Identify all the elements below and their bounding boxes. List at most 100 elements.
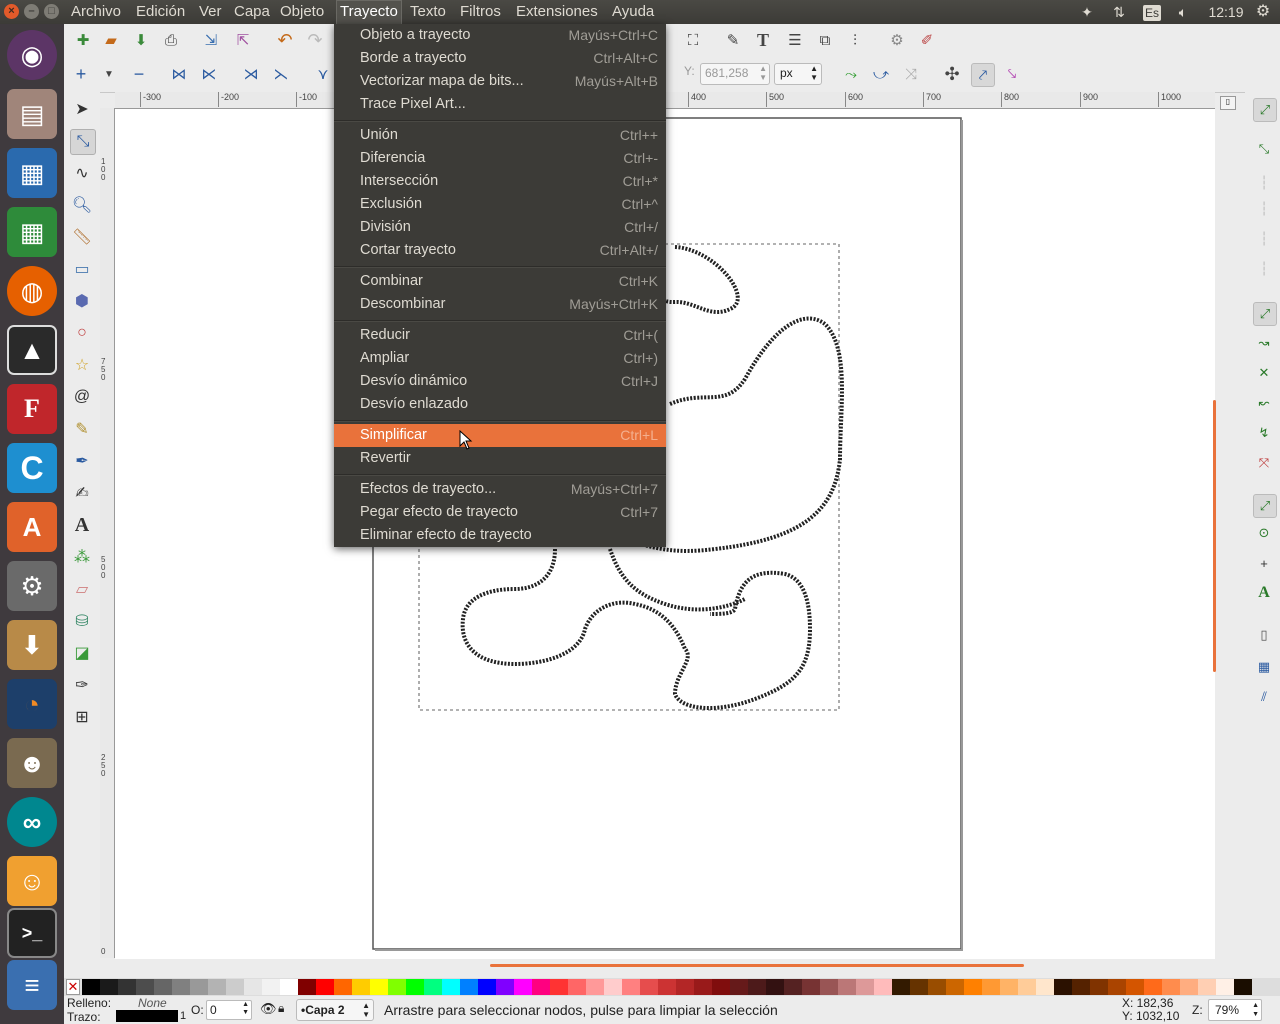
blender-icon[interactable]: ◔ [7,679,57,729]
tweak-tool-icon[interactable]: ∿ [70,161,94,185]
menu-item-simplificar[interactable]: Simplificar Ctrl+L [334,424,666,447]
arduino-icon[interactable]: ∞ [7,797,57,847]
snap-paths-icon[interactable]: ↝ [1253,332,1275,354]
terminal-icon[interactable]: >_ [7,908,57,958]
color-swatch[interactable] [118,979,136,995]
color-swatch[interactable] [478,979,496,995]
color-swatch[interactable] [874,979,892,995]
selector-tool-icon[interactable]: ➤ [70,97,94,121]
join-nodes-icon[interactable]: ⋈ [168,63,190,85]
fill-value[interactable]: None [138,996,167,1010]
menu-extensiones[interactable]: Extensiones [514,0,600,24]
inkscape-icon[interactable]: ▲ [7,325,57,375]
star-tool-icon[interactable]: ☆ [70,353,94,377]
color-swatch[interactable] [730,979,748,995]
show-transform-icon[interactable]: ✣ [941,63,963,85]
menu-item-trace-pixel-art[interactable]: Trace Pixel Art... [334,93,666,116]
snap-intersections-icon[interactable]: ✕ [1253,362,1275,384]
layer-select[interactable]: •Capa 2 ▲ ▼ [296,999,374,1021]
spray-tool-icon[interactable]: ⁂ [70,545,94,569]
export-icon[interactable]: ⇱ [232,29,254,51]
paint-bucket-tool-icon[interactable]: ⛁ [70,609,94,633]
libreoffice-calc-icon[interactable]: ▦ [7,207,57,257]
snap-rotation-centers-icon[interactable]: + [1253,552,1275,574]
vertical-scrollbar[interactable] [1213,400,1216,672]
color-swatch[interactable] [154,979,172,995]
show-path-outline-icon[interactable]: ⤨ [900,63,922,85]
show-transform-handles-icon[interactable]: ⤳ [840,63,862,85]
color-swatch[interactable] [1126,979,1144,995]
color-swatch[interactable] [1000,979,1018,995]
ubuntu-dash-icon[interactable]: ◉ [7,30,57,80]
pen-tool-icon[interactable]: ✒ [70,449,94,473]
menu-item-desvio-dinamico[interactable]: Desvío dinámico Ctrl+J [334,370,666,393]
color-swatch[interactable] [1108,979,1126,995]
color-swatch[interactable] [712,979,730,995]
color-swatch[interactable] [316,979,334,995]
gimp-icon[interactable]: ☻ [7,738,57,788]
snap-bbox-edges-icon[interactable]: ┆ [1253,172,1275,194]
color-swatch[interactable] [262,979,280,995]
opacity-field[interactable]: 0 ▲ ▼ [206,1000,252,1020]
color-swatch[interactable] [424,979,442,995]
color-swatch[interactable] [1036,979,1054,995]
color-swatch[interactable] [208,979,226,995]
color-swatch[interactable] [568,979,586,995]
color-swatch[interactable] [190,979,208,995]
color-swatch[interactable] [370,979,388,995]
edit-mask-icon[interactable]: ⤥ [1001,63,1023,85]
stack-icon[interactable]: ≡ [7,960,57,1010]
rectangle-tool-icon[interactable]: ▭ [70,257,94,281]
color-swatch[interactable] [1054,979,1072,995]
layer-visibility-eye-icon[interactable]: 👁︎ [260,1001,277,1017]
menu-item-interseccion[interactable]: Intersección Ctrl+* [334,170,666,193]
color-swatch[interactable] [658,979,676,995]
layers-icon[interactable]: ☰ [784,29,806,51]
stroke-width[interactable]: 1 [180,1010,186,1022]
menu-item-objeto-a-trayecto[interactable]: Objeto a trayecto Mayús+Ctrl+C [334,24,666,47]
clock[interactable]: 12:19 [1206,0,1246,24]
color-swatch[interactable] [532,979,550,995]
menu-item-reducir[interactable]: Reducir Ctrl+( [334,324,666,347]
gradient-tool-icon[interactable]: ◪ [70,641,94,665]
color-swatch[interactable] [892,979,910,995]
preferences-gear-icon[interactable]: ⚙ [886,29,908,51]
color-swatch[interactable] [802,979,820,995]
snap-smooth-nodes-icon[interactable]: ↯ [1253,422,1275,444]
delete-node-icon[interactable]: − [128,63,150,85]
menu-edicion[interactable]: Edición [134,0,187,24]
zoom-stepper[interactable]: ▲ ▼ [1252,1001,1259,1019]
color-swatch[interactable] [946,979,964,995]
color-swatch[interactable] [766,979,784,995]
color-swatch[interactable] [1180,979,1198,995]
menu-ver[interactable]: Ver [197,0,224,24]
show-bezier-handles-icon[interactable]: ⤻ [870,63,892,85]
join-segment-icon[interactable]: ⋊ [240,63,262,85]
software-center-icon[interactable]: A [7,502,57,552]
menu-capa[interactable]: Capa [232,0,272,24]
color-swatch[interactable] [856,979,874,995]
unit-select[interactable]: px ▲ ▼ [774,63,822,85]
menu-filtros[interactable]: Filtros [458,0,503,24]
scratch-icon[interactable]: ☺ [7,856,57,906]
connector-tool-icon[interactable]: ⊞ [70,705,94,729]
color-swatch[interactable] [352,979,370,995]
menu-texto[interactable]: Texto [408,0,448,24]
zoom-drawing-icon[interactable]: ⛶ [682,29,704,51]
enable-snapping-icon[interactable]: ⤢ [1253,98,1277,122]
archive-manager-icon[interactable]: ⬇ [7,620,57,670]
layer-lock-icon[interactable]: 🔒︎ [278,1001,284,1016]
no-paint-swatch-icon[interactable]: ✕ [66,979,80,995]
snap-text-baseline-icon[interactable]: A [1253,582,1275,604]
color-swatch[interactable] [1198,979,1216,995]
print-icon[interactable]: ⎙ [160,29,182,51]
color-swatch[interactable] [982,979,1000,995]
stroke-swatch[interactable] [116,1010,178,1022]
menu-item-revertir[interactable]: Revertir [334,447,666,470]
snap-grids-icon[interactable]: ▦ [1253,656,1275,678]
snap-page-border-icon[interactable]: ▯ [1253,624,1275,646]
break-path-icon[interactable]: ⋉ [198,63,220,85]
snap-bbox-icon[interactable]: ⤡ [1253,138,1275,160]
color-swatch[interactable] [514,979,532,995]
insert-node-icon[interactable]: + [70,63,92,85]
